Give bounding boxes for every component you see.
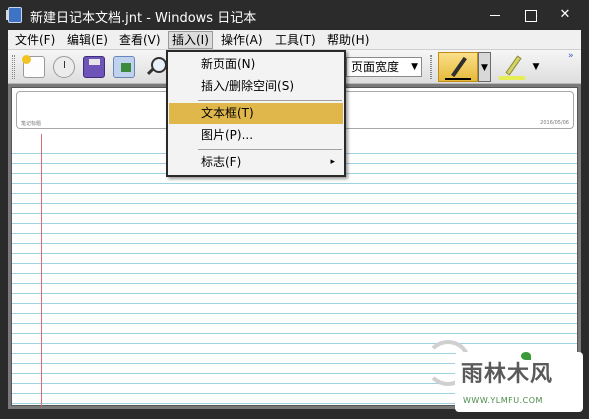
menu-item-new-page[interactable]: 新页面(N) [169,54,343,75]
window-title: 新建日记本文档.jnt - Windows 日记本 [30,11,257,26]
save-button[interactable] [80,53,108,81]
margin-line [41,134,42,406]
highlighter-icon [505,55,522,76]
pen-options-dropdown[interactable]: ▼ [478,52,491,82]
pen-stroke-preview [445,78,471,80]
find-icon [145,56,167,78]
menu-view[interactable]: 查看(V) [116,32,164,48]
date-caption: 2016/05/06 [540,120,569,126]
chevron-down-icon: ▼ [411,62,418,72]
export-button[interactable] [110,53,138,81]
menu-item-flag-label: 标志(F) [201,155,242,169]
menu-item-flag[interactable]: 标志(F) ▸ [169,152,343,173]
watermark-brand: 雨林木风 [461,362,554,387]
menu-action[interactable]: 操作(A) [218,32,266,48]
title-bar: 新建日记本文档.jnt - Windows 日记本 ✕ [0,0,589,30]
maximize-button[interactable] [516,4,544,26]
menu-separator [198,149,342,150]
toolbar-grip[interactable] [12,55,15,79]
watermark-logo: 雨林木风 WWW.YLMFU.COM [455,352,583,412]
save-icon [83,56,105,78]
highlighter-options-dropdown[interactable]: ▼ [530,52,542,82]
pen-button[interactable] [438,52,478,82]
clock-icon [53,56,75,78]
new-page-icon [22,55,45,78]
toolbar-overflow-button[interactable]: » [568,51,573,61]
menu-item-picture[interactable]: 图片(P)... [169,125,343,146]
export-icon [113,56,135,78]
menu-bar: 文件(F) 编辑(E) 查看(V) 插入(I) 操作(A) 工具(T) 帮助(H… [8,30,581,50]
close-button[interactable]: ✕ [551,4,579,26]
highlighter-button[interactable] [496,52,530,82]
zoom-value: 页面宽度 [351,60,400,74]
insert-menu-dropdown: 新页面(N) 插入/删除空间(S) 文本框(T) 图片(P)... 标志(F) … [166,50,346,177]
zoom-select[interactable]: 页面宽度 ▼ [346,57,422,77]
menu-separator [198,100,342,101]
chevron-right-icon: ▸ [330,157,335,167]
minimize-button[interactable] [481,4,509,26]
menu-item-insert-remove-space[interactable]: 插入/删除空间(S) [169,76,343,97]
menu-insert[interactable]: 插入(I) [168,31,213,49]
menu-item-text-box[interactable]: 文本框(T) [169,103,343,124]
menu-tools[interactable]: 工具(T) [272,32,319,48]
pen-icon [451,56,467,78]
highlighter-stroke-preview [499,76,525,80]
menu-edit[interactable]: 编辑(E) [64,32,111,48]
new-page-button[interactable] [20,53,48,81]
menu-help[interactable]: 帮助(H) [324,32,372,48]
menu-file[interactable]: 文件(F) [12,32,58,48]
title-caption: 笔记标题 [21,121,42,127]
toolbar-separator [430,55,432,79]
journal-app-icon [6,7,22,23]
insert-time-button[interactable] [50,53,78,81]
watermark-url: WWW.YLMFU.COM [463,396,543,405]
